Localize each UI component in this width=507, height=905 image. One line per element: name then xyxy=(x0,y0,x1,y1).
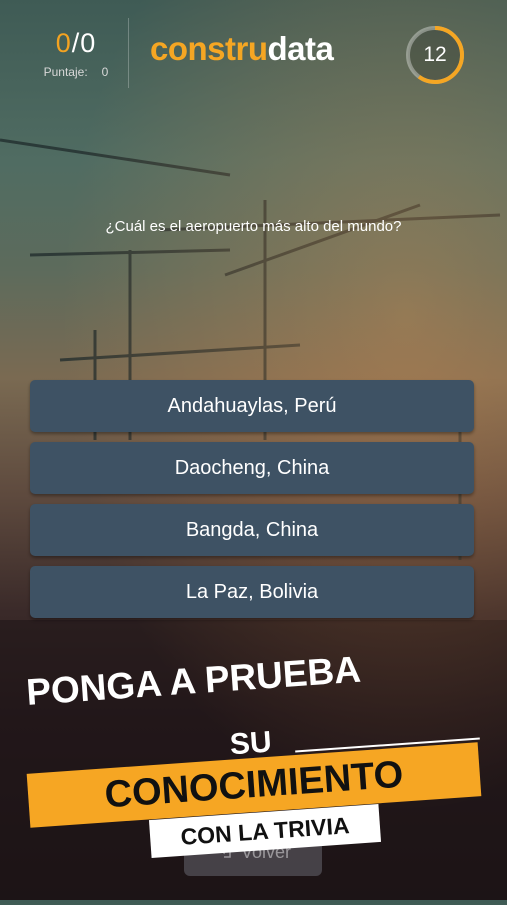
header-divider xyxy=(128,18,129,88)
countdown-timer: 12 xyxy=(405,25,465,85)
top-bar: 0/0 Puntaje: 0 construdata 12 xyxy=(0,0,507,100)
answer-option-3[interactable]: Bangda, China xyxy=(30,504,474,556)
score-points: Puntaje: 0 xyxy=(28,65,124,79)
answer-option-4[interactable]: La Paz, Bolivia xyxy=(30,566,474,618)
score-counter: 0/0 xyxy=(55,28,97,58)
score-current: 0 xyxy=(55,28,72,58)
timer-value: 12 xyxy=(423,43,447,66)
score-value: 0 xyxy=(101,65,109,79)
answer-list: Andahuaylas, Perú Daocheng, China Bangda… xyxy=(30,380,474,628)
promo-line-1: PONGA A PRUEBA xyxy=(25,648,363,713)
answer-option-2[interactable]: Daocheng, China xyxy=(30,442,474,494)
answer-option-1[interactable]: Andahuaylas, Perú xyxy=(30,380,474,432)
score-total: 0 xyxy=(80,28,97,58)
score-panel: 0/0 Puntaje: 0 xyxy=(28,28,124,79)
construdata-logo: construdata xyxy=(150,30,334,67)
score-label: Puntaje: xyxy=(43,65,88,79)
question-text: ¿Cuál es el aeropuerto más alto del mund… xyxy=(105,218,402,235)
